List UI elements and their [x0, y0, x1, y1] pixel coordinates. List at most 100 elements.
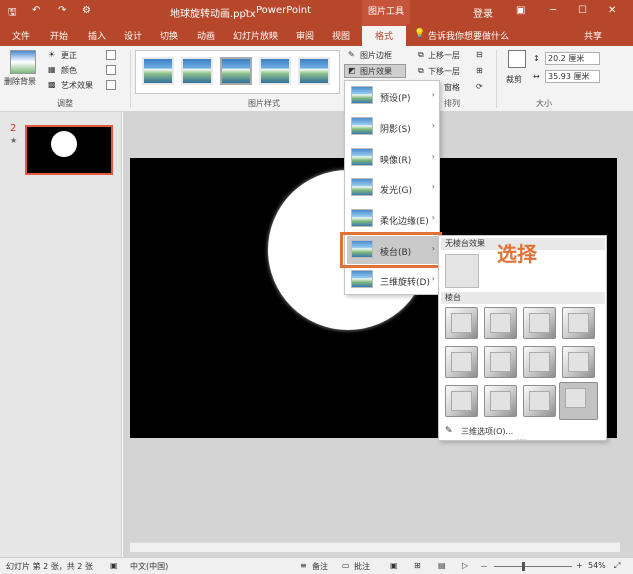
group-icon[interactable]: ⊞ [476, 66, 483, 75]
bevel-angle[interactable] [445, 346, 478, 378]
bevel-cross[interactable] [523, 307, 556, 339]
bevel-slope[interactable] [562, 346, 595, 378]
bevel-convex[interactable] [523, 346, 556, 378]
bevel-circle[interactable] [445, 307, 478, 339]
remove-background-icon[interactable] [10, 50, 36, 74]
reset-picture-icon[interactable] [106, 80, 116, 90]
selection-pane-button[interactable]: 窗格 [444, 82, 460, 93]
menu-item-preset[interactable]: 预设(P) › [347, 82, 439, 110]
tab-file[interactable]: 文件 [12, 29, 30, 42]
sorter-view-icon[interactable]: ⊞ [414, 561, 421, 570]
color-button[interactable]: 颜色 [61, 65, 77, 76]
picture-effects-button[interactable]: 图片效果 [360, 66, 392, 77]
horizontal-scrollbar[interactable] [130, 542, 620, 552]
preset-icon [351, 86, 373, 104]
align-icon[interactable]: ⊟ [476, 50, 483, 59]
rotate-icon[interactable]: ⟳ [476, 82, 483, 91]
spellcheck-icon[interactable]: ▣ [110, 561, 118, 570]
bring-forward-button[interactable]: 上移一层 [428, 50, 460, 61]
zoom-slider[interactable] [494, 566, 572, 567]
ribbon: 删除背景 ☀ 更正 ▦ 颜色 ▩ 艺术效果 调整 图片样式 ✎ 图片边框 ◩ 图… [0, 46, 633, 112]
comments-icon[interactable]: ▭ [342, 561, 350, 570]
adjust-group-label: 调整 [57, 99, 73, 108]
picture-style-gallery[interactable] [135, 50, 340, 94]
zoom-in-button[interactable]: + [576, 561, 583, 570]
resize-grip[interactable]: ..... [515, 434, 526, 442]
minimize-icon[interactable]: ─ [550, 5, 556, 16]
style-thumb[interactable] [181, 57, 213, 85]
compress-pictures-icon[interactable] [106, 50, 116, 60]
send-backward-button[interactable]: 下移一层 [428, 66, 460, 77]
slide-thumbnail[interactable] [25, 125, 113, 175]
bevel-cool-slant[interactable] [562, 307, 595, 339]
crop-button[interactable]: 裁剪 [506, 74, 522, 85]
corrections-icon[interactable]: ☀ [48, 50, 55, 59]
menu-item-reflection[interactable]: 映像(R) › [347, 144, 439, 172]
tab-format[interactable]: 格式 [362, 24, 406, 46]
height-input[interactable]: 20.2 厘米 [545, 52, 600, 65]
bevel-relaxed-inset[interactable] [484, 307, 517, 339]
save-icon[interactable]: 🖫 [8, 5, 17, 22]
tab-design[interactable]: 设计 [124, 29, 142, 42]
bevel-soft-round[interactable] [484, 346, 517, 378]
tab-insert[interactable]: 插入 [88, 29, 106, 42]
fit-slide-icon[interactable]: ⤢ [614, 561, 620, 571]
zoom-out-button[interactable]: － [480, 561, 488, 572]
tell-me-search[interactable]: 告诉我你想要做什么 [428, 29, 509, 42]
artistic-effects-icon[interactable]: ▩ [48, 80, 56, 89]
notes-icon[interactable]: ≡ [300, 561, 307, 570]
style-thumb[interactable] [298, 57, 330, 85]
menu-item-glow[interactable]: 发光(G) › [347, 174, 439, 202]
tab-slideshow[interactable]: 幻灯片放映 [233, 29, 278, 42]
bring-forward-icon[interactable]: ⧉ [418, 50, 424, 60]
language-status[interactable]: 中文(中国) [130, 561, 168, 572]
picture-border-button[interactable]: 图片边框 [360, 50, 392, 61]
zoom-level[interactable]: 54% [588, 561, 606, 570]
undo-icon[interactable]: ↶ [32, 5, 40, 16]
border-icon[interactable]: ✎ [348, 50, 355, 59]
bevel-riblet[interactable] [484, 385, 517, 417]
comments-button[interactable]: 批注 [354, 561, 370, 572]
corrections-button[interactable]: 更正 [61, 50, 77, 61]
notes-button[interactable]: 备注 [312, 561, 328, 572]
bevel-art-deco[interactable] [559, 382, 598, 420]
ribbon-display-icon[interactable]: ▣ [516, 5, 525, 16]
bevel-divot[interactable] [445, 385, 478, 417]
3d-options-link[interactable]: 三维选项(O)... [461, 426, 513, 437]
artistic-effects-button[interactable]: 艺术效果 [61, 80, 93, 91]
share-button[interactable]: 共享 [584, 29, 602, 42]
submenu-arrow-icon: › [431, 182, 435, 191]
width-input[interactable]: 35.93 厘米 [545, 70, 600, 83]
redo-icon[interactable]: ↷ [58, 5, 66, 16]
tab-home[interactable]: 开始 [50, 29, 68, 42]
style-thumb[interactable] [220, 57, 252, 85]
normal-view-icon[interactable]: ▣ [390, 561, 398, 570]
no-bevel-option[interactable] [445, 254, 479, 288]
tab-review[interactable]: 审阅 [296, 29, 314, 42]
reading-view-icon[interactable]: ▤ [438, 561, 446, 570]
tab-animations[interactable]: 动画 [197, 29, 215, 42]
maximize-icon[interactable]: ☐ [578, 5, 587, 16]
shadow-icon [351, 117, 373, 135]
menu-item-3d-rotation[interactable]: 三维旋转(D) › [347, 266, 439, 294]
customize-icon[interactable]: ⚙ [82, 5, 91, 16]
slideshow-view-icon[interactable]: ▷ [462, 561, 468, 570]
color-icon[interactable]: ▦ [48, 65, 56, 74]
tab-view[interactable]: 视图 [332, 29, 350, 42]
bevel-hard-edge[interactable] [523, 385, 556, 417]
submenu-arrow-icon: › [431, 152, 435, 161]
effects-icon[interactable]: ◩ [348, 66, 356, 75]
style-thumb[interactable] [259, 57, 291, 85]
close-icon[interactable]: ✕ [608, 5, 616, 16]
send-backward-icon[interactable]: ⧉ [418, 66, 424, 76]
menu-item-soft-edges[interactable]: 柔化边缘(E) › [347, 205, 439, 233]
zoom-slider-thumb[interactable] [522, 562, 525, 571]
submenu-arrow-icon: › [431, 274, 435, 283]
style-thumb[interactable] [142, 57, 174, 85]
change-picture-icon[interactable] [106, 65, 116, 75]
login-link[interactable]: 登录 [473, 5, 493, 20]
crop-icon[interactable] [508, 50, 526, 68]
remove-background-button[interactable]: 删除背景 [4, 76, 36, 87]
menu-item-shadow[interactable]: 阴影(S) › [347, 113, 439, 141]
tab-transitions[interactable]: 切换 [160, 29, 178, 42]
